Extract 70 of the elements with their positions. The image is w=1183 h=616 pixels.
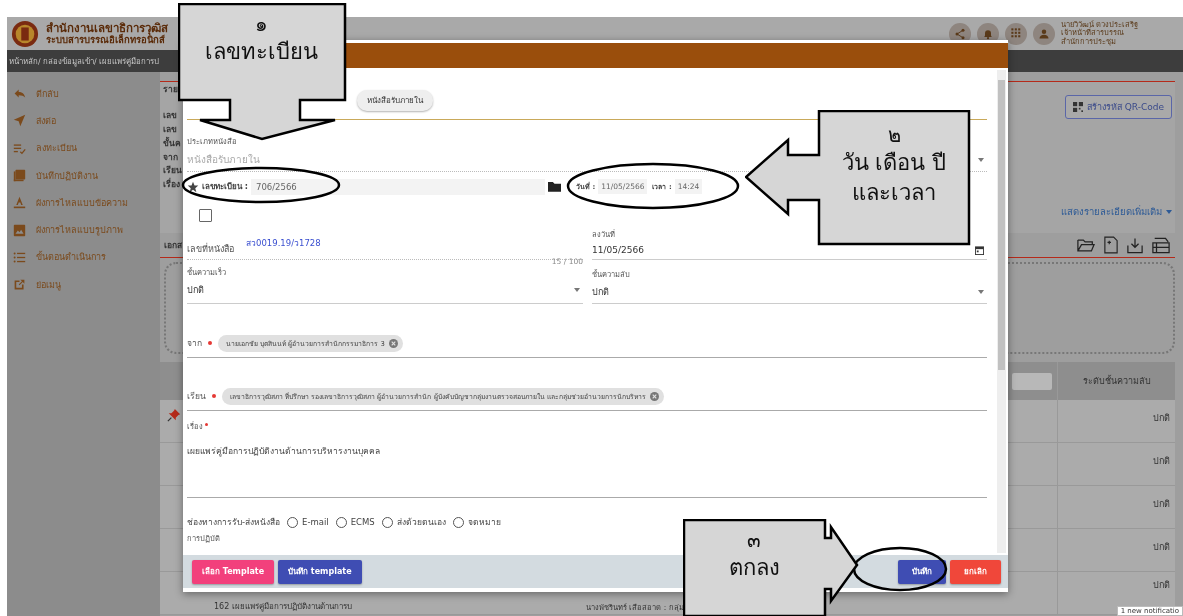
cancel-button[interactable]: ยกเลิก — [950, 559, 1001, 584]
save-button[interactable]: บันทึก — [898, 559, 946, 584]
remove-icon[interactable] — [649, 391, 659, 401]
subject-field[interactable]: เผยแพร่คู่มือการปฏิบัติงานด้านการบริหารงานบุคคล — [187, 444, 987, 458]
folder-icon[interactable] — [1077, 237, 1095, 253]
speed-select[interactable]: ปกติ — [187, 278, 583, 301]
callout-label: ตกลง — [728, 554, 780, 582]
callout-label: และเวลา — [852, 178, 936, 207]
list-icon — [13, 250, 26, 264]
secrecy-select[interactable]: ปกติ — [592, 280, 987, 303]
radio-option[interactable]: ECMS — [335, 516, 375, 528]
registry-label: เลขทะเบียน : — [202, 181, 248, 193]
notebook-icon — [13, 169, 26, 183]
table-cell-text: 162 เผยแพร่คู่มือการปฏิบัติงานด้านการบ — [214, 601, 353, 614]
choose-template-button[interactable]: เลือก Template — [192, 559, 275, 584]
user-avatar-icon[interactable] — [1033, 22, 1055, 45]
table-cell-text: ปกติ — [1153, 579, 1170, 592]
table-cell-text: ปกติ — [1153, 498, 1170, 511]
column-header: ระดับชั้นความลับ — [1081, 374, 1152, 388]
star-icon — [187, 180, 199, 193]
table-cell-text: ปกติ — [1153, 541, 1170, 554]
organization-title: สำนักงานเลขาธิการวุฒิส — [46, 21, 168, 35]
external-link-icon — [13, 278, 26, 292]
callout-label: เลขทะเบียน — [205, 38, 318, 66]
callout-number: ๑ — [255, 11, 268, 37]
qr-code-button[interactable]: สร้างรหัส QR-Code — [1064, 95, 1172, 119]
list-check-icon — [13, 141, 26, 155]
callout-number: ๓ — [747, 527, 761, 553]
table-cell-text: ปกติ — [1153, 455, 1170, 468]
image-icon — [13, 223, 26, 237]
field-label: จาก — [187, 337, 202, 350]
pushpin-icon[interactable] — [167, 408, 181, 422]
document-date-field[interactable]: 11/05/2566 — [592, 240, 987, 259]
remove-icon[interactable] — [388, 338, 398, 348]
filter-field[interactable] — [1012, 372, 1052, 390]
download-icon[interactable] — [1127, 236, 1143, 254]
field-label: เลขที่หนังสือ — [187, 242, 234, 256]
field-label: ช่องทางการรับ-ส่งหนังสือ — [187, 516, 281, 529]
radio-option[interactable]: E-mail — [287, 516, 329, 528]
scrollbar[interactable] — [997, 70, 1006, 553]
detail-label: ขั้นค — [163, 137, 182, 150]
system-subtitle: ระบบสารบรรณอิเล็กทรอนิกส์ — [46, 34, 165, 46]
radio-option[interactable]: ส่งด้วยตนเอง — [381, 515, 446, 529]
detail-label: เลข — [163, 123, 178, 136]
detail-label: จาก — [163, 151, 179, 164]
send-icon — [13, 114, 26, 128]
callout-number: ๒ — [887, 122, 901, 148]
save-template-button[interactable]: บันทึก template — [278, 559, 362, 584]
section-label: เอกส — [164, 239, 182, 252]
calendar-icon[interactable] — [975, 245, 984, 255]
add-file-icon[interactable] — [1104, 236, 1118, 254]
dropdown-caret-icon[interactable] — [978, 157, 984, 162]
detail-label: เรียน — [163, 165, 183, 178]
document-number-field[interactable]: สว0019.19/ว1728 — [246, 236, 321, 250]
text-icon — [13, 196, 26, 210]
detail-label: ราย — [163, 84, 179, 96]
type-chip[interactable]: หนังสือรับภายใน — [357, 90, 433, 111]
scanner-icon[interactable] — [1152, 236, 1170, 254]
callout-label: วัน เดือน ปี — [841, 149, 947, 177]
qr-code-icon — [1072, 102, 1083, 112]
table-cell-text: ปกติ — [1153, 412, 1170, 425]
field-label: เรียน — [187, 390, 206, 403]
detail-label: เลข — [163, 109, 178, 122]
emblem-logo-icon — [11, 19, 39, 48]
folder-icon[interactable] — [548, 181, 561, 192]
apps-grid-icon[interactable] — [1005, 22, 1027, 45]
radio-option[interactable]: จดหมาย — [452, 515, 501, 529]
checkbox[interactable] — [199, 209, 212, 222]
registry-number-field: 706/2566 — [251, 178, 545, 195]
detail-label: เรื่อง — [163, 179, 181, 192]
